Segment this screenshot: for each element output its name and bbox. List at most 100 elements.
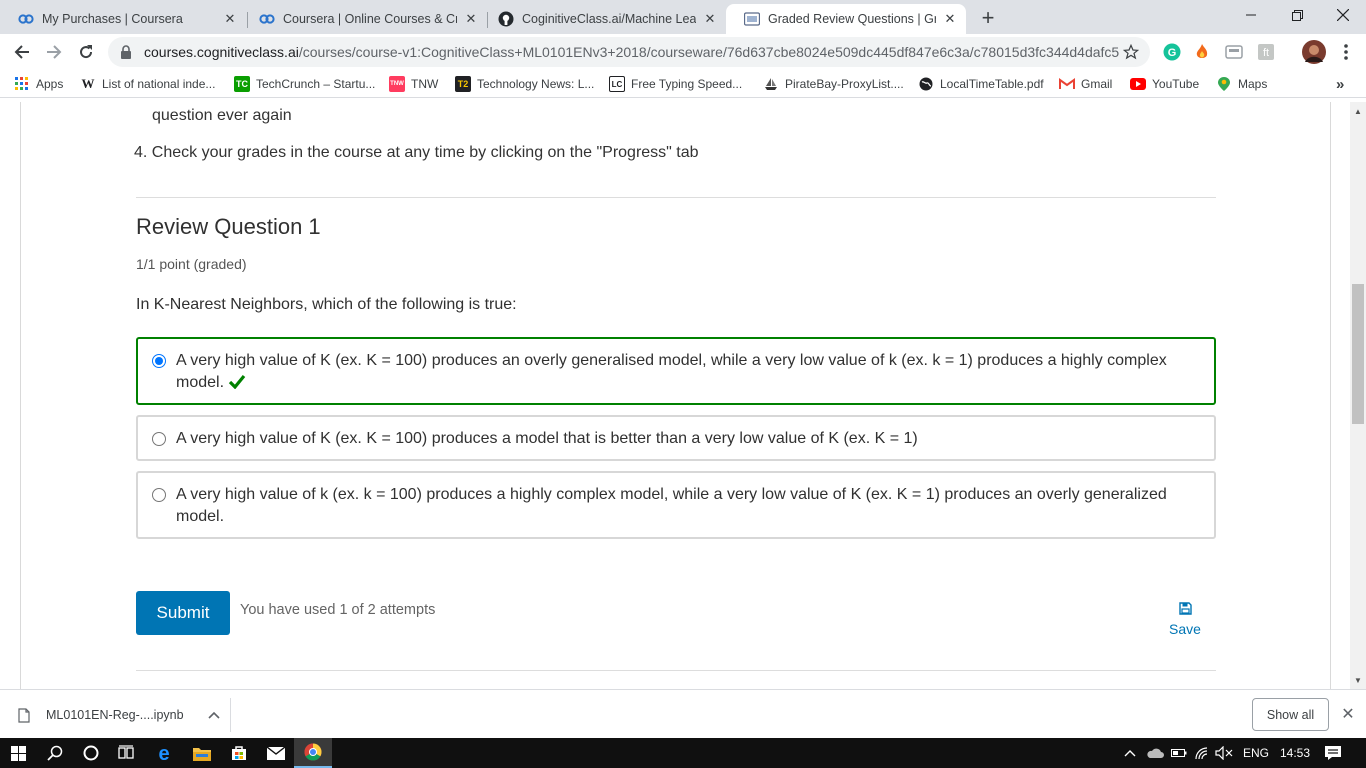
bookmark-apps[interactable]: Apps [14, 74, 63, 94]
answer-choice-label: A very high value of K (ex. K = 100) pro… [176, 352, 1167, 391]
volume-muted-icon[interactable] [1214, 738, 1234, 768]
onedrive-sync-icon[interactable] [1144, 738, 1166, 768]
bookmark-tnw[interactable]: TNW TNW [389, 74, 438, 94]
bookmark-gmail[interactable]: Gmail [1059, 74, 1112, 94]
tray-chevron-up-icon[interactable] [1122, 738, 1138, 768]
bookmark-star-icon[interactable] [1120, 41, 1142, 63]
search-icon[interactable] [36, 738, 74, 768]
svg-text:G: G [1168, 47, 1177, 59]
bookmark-label: Free Typing Speed... [631, 77, 743, 91]
bookmark-t2[interactable]: T2 Technology News: L... [455, 74, 594, 94]
bookmark-techcrunch[interactable]: TC TechCrunch – Startu... [234, 74, 375, 94]
cortana-icon[interactable] [72, 738, 110, 768]
wifi-icon[interactable] [1192, 738, 1212, 768]
notifications-icon[interactable] [1320, 738, 1346, 768]
fire-extension-icon[interactable] [1192, 42, 1212, 62]
file-explorer-icon[interactable] [183, 738, 221, 768]
windows-taskbar: e ENG 14:53 [0, 738, 1366, 768]
save-button[interactable]: Save [1162, 602, 1208, 637]
radio-button[interactable] [152, 432, 166, 446]
bookmark-typing[interactable]: LC Free Typing Speed... [609, 74, 742, 94]
download-item[interactable]: ML0101EN-Reg-....ipynb [18, 700, 220, 730]
save-disk-icon [1178, 602, 1192, 618]
maps-icon [1216, 76, 1232, 92]
bookmark-youtube[interactable]: YouTube [1130, 74, 1199, 94]
store-icon[interactable] [220, 738, 258, 768]
scroll-up-arrow-icon[interactable]: ▲ [1350, 104, 1366, 118]
grammarly-icon[interactable]: G [1162, 42, 1182, 62]
reload-icon[interactable] [72, 38, 100, 66]
browser-tab-strip: My Purchases | Coursera ✕ Coursera | Onl… [0, 0, 1366, 34]
new-tab-button[interactable]: + [976, 5, 1000, 30]
t2-icon: T2 [455, 76, 471, 92]
minimize-icon[interactable] [1228, 0, 1274, 30]
edge-icon[interactable]: e [145, 738, 183, 768]
ship-icon [763, 76, 779, 92]
browser-toolbar: courses.cognitiveclass.ai/courses/course… [0, 34, 1366, 70]
youtube-icon [1130, 76, 1146, 92]
tab-close-icon[interactable]: ✕ [463, 11, 479, 27]
section-divider [136, 197, 1216, 198]
tab-title: Coursera | Online Courses & Cre [283, 12, 457, 26]
answer-choice-1[interactable]: A very high value of K (ex. K = 100) pro… [136, 337, 1216, 405]
tab-my-purchases[interactable]: My Purchases | Coursera ✕ [0, 4, 246, 34]
tab-graded-review[interactable]: Graded Review Questions | Grade ✕ [726, 4, 966, 34]
forward-arrow-icon[interactable] [40, 38, 68, 66]
scroll-down-arrow-icon[interactable]: ▼ [1350, 673, 1366, 687]
gmail-icon [1059, 76, 1075, 92]
tab-coursera-online[interactable]: Coursera | Online Courses & Cre ✕ [241, 4, 487, 34]
restore-icon[interactable] [1274, 0, 1320, 30]
tab-close-icon[interactable]: ✕ [942, 11, 958, 27]
url-host: courses.cognitiveclass.ai [144, 44, 299, 60]
tnw-icon: TNW [389, 76, 405, 92]
bookmark-localtimetable[interactable]: LocalTimeTable.pdf [918, 74, 1044, 94]
download-shelf: ML0101EN-Reg-....ipynb Show all ✕ [0, 689, 1366, 738]
tab-github[interactable]: CoginitiveClass.ai/Machine Learn ✕ [480, 4, 726, 34]
bookmark-wikipedia[interactable]: W List of national inde... [80, 74, 216, 94]
mail-icon[interactable] [257, 738, 295, 768]
chevron-up-icon[interactable] [208, 711, 220, 719]
tab-title: My Purchases | Coursera [42, 12, 183, 26]
coursera-icon [259, 11, 275, 27]
globe-icon [918, 76, 934, 92]
scrollbar-thumb[interactable] [1352, 284, 1364, 424]
address-bar[interactable]: courses.cognitiveclass.ai/courses/course… [108, 37, 1150, 67]
coursera-icon [18, 11, 34, 27]
extension-puzzle-icon[interactable]: ft [1256, 42, 1276, 62]
submit-button[interactable]: Submit [136, 591, 230, 635]
github-icon [498, 11, 514, 27]
bookmarks-overflow-button[interactable]: » [1336, 74, 1344, 94]
back-arrow-icon[interactable] [8, 38, 36, 66]
show-all-button[interactable]: Show all [1252, 698, 1329, 731]
answer-choice-text: A very high value of K (ex. K = 100) pro… [176, 350, 1200, 396]
tab-close-icon[interactable]: ✕ [702, 11, 718, 27]
radio-button[interactable] [152, 488, 166, 502]
bookmark-label: Apps [36, 77, 64, 91]
download-file-name: ML0101EN-Reg-....ipynb [46, 708, 184, 722]
bookmark-label: YouTube [1152, 77, 1200, 91]
instructions-text-tail: question ever again [152, 107, 292, 124]
svg-text:ft: ft [1263, 47, 1269, 59]
close-shelf-icon[interactable]: ✕ [1338, 704, 1358, 724]
battery-icon[interactable] [1170, 738, 1188, 768]
answer-choice-2[interactable]: A very high value of K (ex. K = 100) pro… [136, 415, 1216, 461]
cast-extension-icon[interactable] [1224, 42, 1244, 62]
url-path: /courses/course-v1:CognitiveClass+ML0101… [298, 44, 1120, 60]
menu-dots-icon[interactable] [1336, 42, 1356, 62]
task-view-icon[interactable] [107, 738, 145, 768]
language-indicator[interactable]: ENG [1243, 738, 1269, 768]
bookmarks-bar: Apps W List of national inde... TC TechC… [0, 70, 1366, 98]
wikipedia-icon: W [81, 76, 95, 91]
window-close-icon[interactable] [1320, 0, 1366, 30]
bookmark-maps[interactable]: Maps [1216, 74, 1267, 94]
bookmark-label: PirateBay-ProxyList.... [785, 77, 904, 91]
clock-time[interactable]: 14:53 [1280, 738, 1310, 768]
tab-close-icon[interactable]: ✕ [222, 11, 238, 27]
chrome-taskbar-icon[interactable] [294, 738, 332, 768]
windows-start-icon[interactable] [0, 738, 36, 768]
radio-button-selected[interactable] [152, 354, 166, 368]
question-points: 1/1 point (graded) [136, 256, 247, 272]
profile-avatar[interactable] [1302, 40, 1326, 64]
bookmark-piratebay[interactable]: PirateBay-ProxyList.... [763, 74, 904, 94]
answer-choice-3[interactable]: A very high value of k (ex. k = 100) pro… [136, 471, 1216, 539]
